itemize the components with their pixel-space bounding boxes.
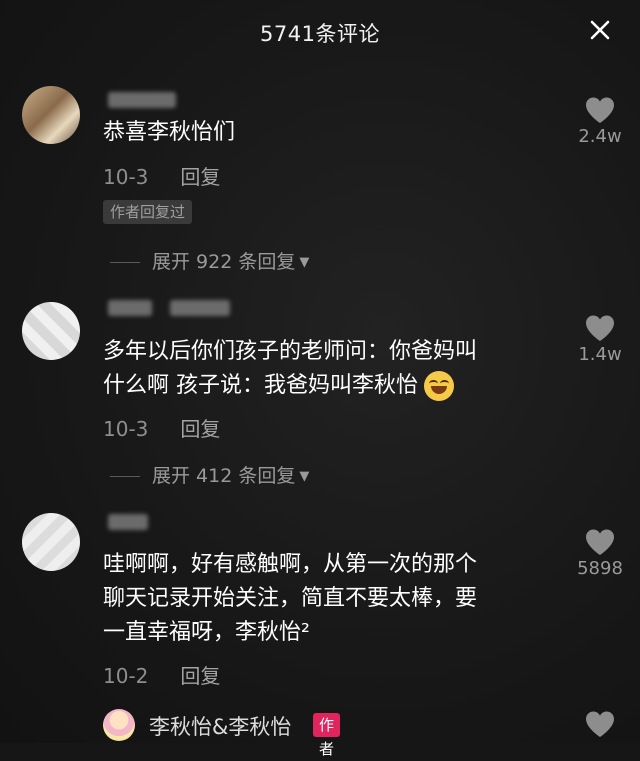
avatar[interactable]	[22, 86, 80, 144]
caret-down-icon: ▼	[299, 469, 310, 484]
reply-button[interactable]: 回复	[180, 664, 220, 688]
comments-panel: 5741条评论 恭喜李秋怡们 10-3 回复 作者回复过 展开 922 条回复 ▼ …	[0, 0, 640, 758]
like-button[interactable]: 5898	[570, 528, 630, 579]
avatar[interactable]	[22, 302, 80, 360]
comment-line: 聊天记录开始关注，简直不要太棒，要	[103, 586, 478, 611]
comment-text: 恭喜李秋怡们	[103, 116, 235, 150]
expand-replies-label: 展开 922 条回复	[152, 251, 296, 273]
comment-line: 恭喜李秋怡们	[103, 120, 236, 145]
comment-date: 10-3	[103, 417, 149, 441]
author-name[interactable]: 李秋怡&李秋怡	[149, 711, 291, 741]
comment-meta: 10-3 回复	[103, 161, 220, 190]
username-obscured	[108, 300, 152, 316]
like-count: 2.4w	[578, 126, 622, 147]
author-replied-badge: 作者回复过	[103, 200, 193, 224]
author-badge: 作者	[313, 713, 341, 758]
comments-title: 5741条评论	[260, 22, 380, 46]
heart-icon	[586, 529, 614, 555]
expand-replies-button[interactable]: 展开 922 条回复 ▼	[110, 247, 309, 274]
comment-meta: 10-2 回复	[103, 660, 220, 689]
like-count: 1.4w	[578, 344, 622, 365]
heart-icon	[586, 315, 614, 341]
comment-line: 多年以后你们孩子的老师问：你爸妈叫	[103, 339, 478, 364]
reply-button[interactable]: 回复	[180, 165, 220, 189]
comment-line: 什么啊 孩子说：我爸妈叫李秋怡	[103, 369, 477, 403]
username-obscured	[108, 514, 148, 530]
comment-line: 哇啊啊，好有感触啊，从第一次的那个	[103, 552, 478, 577]
username-obscured	[170, 300, 230, 316]
like-button[interactable]	[570, 710, 630, 738]
comment-date: 10-2	[103, 664, 149, 688]
heart-icon	[586, 711, 614, 737]
caret-down-icon: ▼	[299, 255, 310, 270]
grin-emoji-icon	[424, 371, 454, 401]
heart-icon	[586, 97, 614, 123]
expand-replies-label: 展开 412 条回复	[152, 465, 296, 487]
comment-text: 哇啊啊，好有感触啊，从第一次的那个 聊天记录开始关注，简直不要太棒，要 一直幸福…	[103, 548, 477, 650]
comment-text: 多年以后你们孩子的老师问：你爸妈叫 什么啊 孩子说：我爸妈叫李秋怡	[103, 335, 477, 403]
comment-date: 10-3	[103, 165, 149, 189]
like-button[interactable]: 1.4w	[570, 314, 630, 365]
reply-button[interactable]: 回复	[180, 417, 220, 441]
comment-meta: 10-3 回复	[103, 413, 220, 442]
comment-line-text: 什么啊 孩子说：我爸妈叫李秋怡	[103, 373, 418, 398]
close-icon[interactable]	[588, 18, 612, 42]
expand-replies-button[interactable]: 展开 412 条回复 ▼	[110, 461, 309, 488]
username-obscured	[108, 92, 176, 108]
comment-line: 一直幸福呀，李秋怡²	[103, 620, 310, 645]
avatar[interactable]	[103, 709, 135, 741]
comments-header: 5741条评论	[0, 0, 640, 62]
like-count: 5898	[577, 558, 623, 579]
like-button[interactable]: 2.4w	[570, 96, 630, 147]
avatar[interactable]	[22, 513, 80, 571]
divider-line	[110, 262, 140, 263]
divider-line	[110, 476, 140, 477]
